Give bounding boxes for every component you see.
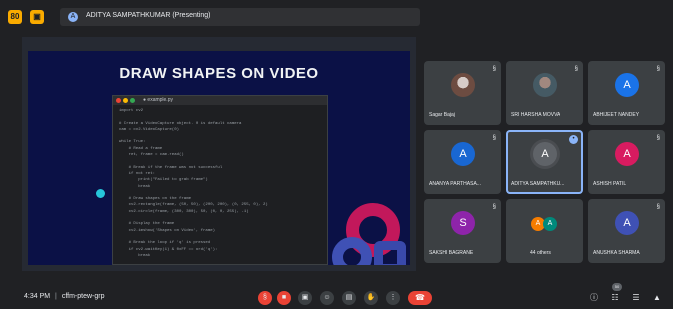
participant-avatar: A [615,73,639,97]
info-icon[interactable]: ⓘ [588,292,600,304]
maximize-dot-icon [130,98,135,103]
participant-tile[interactable]: A § ANANYA PARTHASA... [424,130,501,194]
mic-off-icon: § [656,66,660,72]
top-bar: 80 ▣ A ADITYA SAMPATHKUMAR (Presenting) [0,0,673,34]
leave-call-button[interactable]: ☎ [408,291,432,305]
presenter-avatar: A [68,12,78,22]
meeting-icon-button[interactable]: 80 [8,10,22,24]
more-options-button[interactable]: ⋮ [386,291,400,305]
slide-title: DRAW SHAPES ON VIDEO [119,65,319,82]
participant-avatar [533,73,557,97]
participant-tile[interactable]: A § ANUSHKA SHARMA [588,199,665,263]
mini-avatar: A [543,217,557,231]
participant-name: ASHISH PATIL [593,181,627,187]
participant-avatar: A [615,211,639,235]
participant-avatar: S [451,211,475,235]
participant-tile[interactable]: § Sagar Bajaj [424,61,501,125]
pointer-cursor-icon [96,189,105,198]
participant-tile[interactable]: A § ASHISH PATIL [588,130,665,194]
screen-share-area: DRAW SHAPES ON VIDEO ● example.py import… [22,37,416,271]
participant-tile[interactable]: A § ABHIJEET NANDEY [588,61,665,125]
mic-button[interactable]: § [258,291,272,305]
code-text: import cv2 # Create a VideoCapture objec… [119,109,268,258]
people-count-badge: 50 [612,283,622,291]
camera-button[interactable]: ■ [277,291,291,305]
speaking-icon: • [569,135,578,144]
meeting-info: 4:34 PM | cffm-ptew-grp [24,293,104,300]
chat-icon[interactable]: ☰ [630,292,642,304]
participant-name: SRI HARSHA MOVVA [511,112,561,118]
mic-off-icon: § [492,66,496,72]
participant-avatar [451,73,475,97]
participant-name: SAKSHI BAGRANE [429,250,474,256]
participant-avatar: A [533,142,557,166]
participant-name: ANUSHKA SHARMA [593,250,640,256]
participant-name: ABHIJEET NANDEY [593,112,640,118]
bottom-bar: 4:34 PM | cffm-ptew-grp § ■ ▣ ☺ ▤ ✋ ⋮ ☎ … [0,283,673,309]
mic-off-icon: § [492,135,496,141]
mic-off-icon: § [492,204,496,210]
mic-off-icon: § [574,66,578,72]
participant-tile[interactable]: § SRI HARSHA MOVVA [506,61,583,125]
presenter-bar[interactable]: A ADITYA SAMPATHKUMAR (Presenting) [60,8,420,26]
mic-off-icon: § [656,204,660,210]
present-button[interactable]: ▤ [342,291,356,305]
close-dot-icon [116,98,121,103]
participant-name: ADITYA SAMPATHKU... [511,181,565,187]
emoji-button[interactable]: ☺ [320,291,334,305]
others-tile[interactable]: A A 44 others [506,199,583,263]
participant-avatar: A [451,142,475,166]
minimize-dot-icon [123,98,128,103]
presentation-slide: DRAW SHAPES ON VIDEO ● example.py import… [28,51,410,265]
code-window: ● example.py import cv2 # Create a Video… [112,95,328,265]
meeting-code: cffm-ptew-grp [61,293,105,300]
decorative-square [374,241,406,265]
raise-hand-button[interactable]: ✋ [364,291,378,305]
participant-avatar: A [615,142,639,166]
code-tab-label: ● example.py [143,97,173,103]
others-count: 44 others [530,250,551,256]
layout-icon-button[interactable]: ▣ [30,10,44,24]
clock-time: 4:34 PM [24,293,51,300]
separator: | [55,293,57,300]
activities-icon[interactable]: ▲ [651,292,663,304]
participant-name: ANANYA PARTHASA... [429,181,481,187]
mic-off-icon: § [656,135,660,141]
people-icon[interactable]: ☷ [609,292,621,304]
captions-button[interactable]: ▣ [298,291,312,305]
code-window-titlebar: ● example.py [113,96,327,105]
participant-name: Sagar Bajaj [429,112,455,118]
presenter-name: ADITYA SAMPATHKUMAR (Presenting) [86,12,211,19]
participant-tile-presenter[interactable]: A • ADITYA SAMPATHKU... [506,130,583,194]
participant-tile[interactable]: S § SAKSHI BAGRANE [424,199,501,263]
